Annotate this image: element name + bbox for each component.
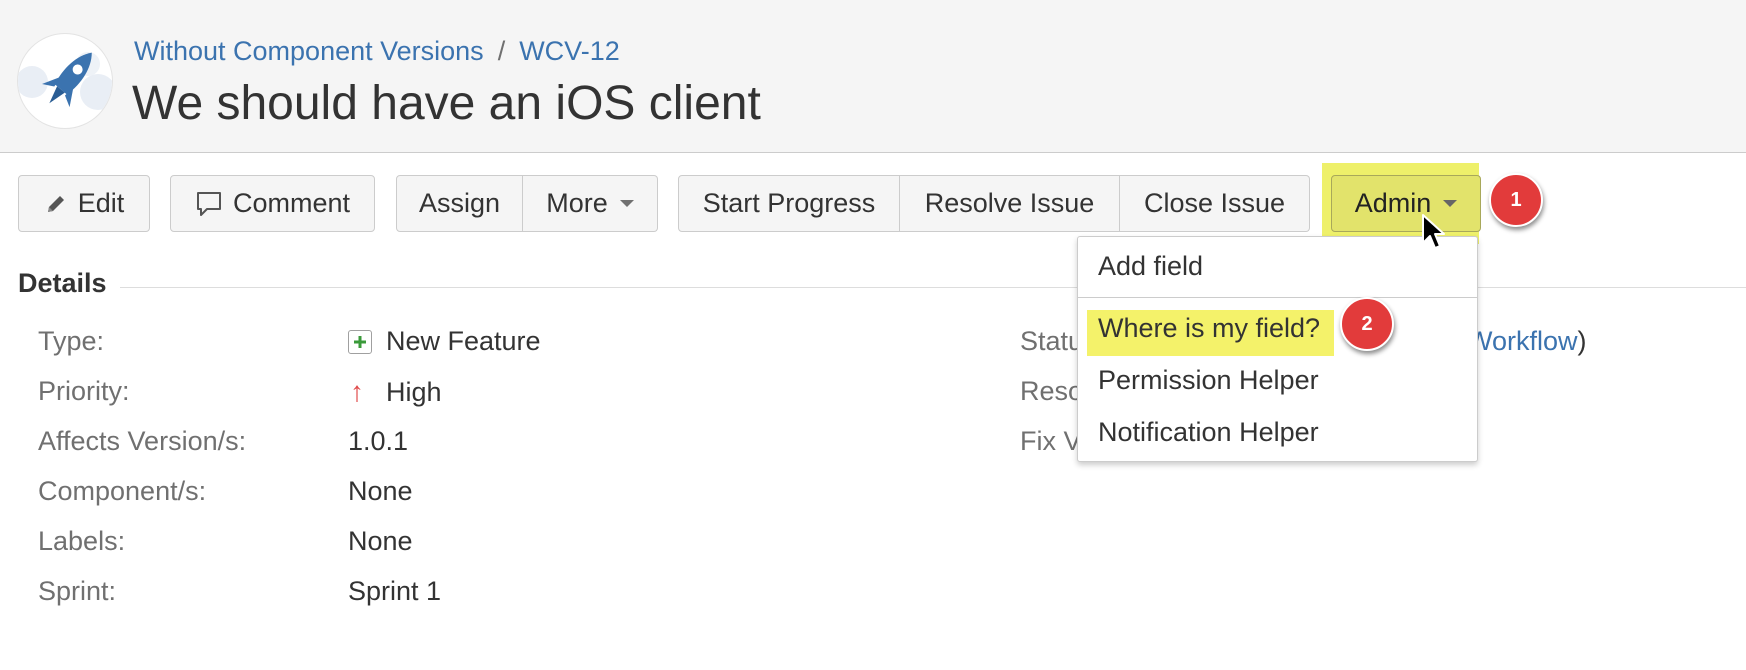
pencil-icon	[47, 195, 64, 212]
edit-label: Edit	[77, 188, 125, 218]
breadcrumb-project-link[interactable]: Without Component Versions	[134, 36, 484, 66]
menu-item-notification-helper[interactable]: Notification Helper	[1098, 417, 1319, 448]
menu-item-add-field[interactable]: Add field	[1098, 251, 1203, 282]
labels-value: None	[348, 526, 413, 556]
admin-button[interactable]: Admin	[1331, 175, 1481, 232]
assign-label: Assign	[418, 188, 501, 218]
admin-dropdown-menu: Add field Where is my field? Permission …	[1077, 236, 1478, 462]
resolution-label: Reso	[1020, 376, 1084, 406]
breadcrumb: Without Component Versions / WCV-12	[134, 36, 620, 67]
details-heading: Details	[18, 268, 107, 298]
menu-divider	[1078, 297, 1477, 298]
admin-label: Admin	[1354, 188, 1432, 218]
comment-button[interactable]: Comment	[170, 175, 375, 232]
affects-version-label: Affects Version/s:	[38, 426, 247, 456]
status-label: Statu	[1020, 326, 1084, 356]
sprint-value[interactable]: Sprint 1	[348, 576, 441, 607]
resolve-issue-label: Resolve Issue	[924, 188, 1095, 218]
menu-item-where-is-my-field[interactable]: Where is my field?	[1098, 313, 1320, 344]
menu-item-permission-helper[interactable]: Permission Helper	[1098, 365, 1319, 396]
start-progress-button[interactable]: Start Progress	[678, 175, 900, 232]
breadcrumb-separator: /	[497, 36, 506, 66]
close-issue-button[interactable]: Close Issue	[1120, 175, 1310, 232]
new-feature-icon	[348, 329, 372, 354]
more-button[interactable]: More	[523, 175, 658, 232]
project-avatar[interactable]	[18, 34, 112, 128]
components-value: None	[348, 476, 413, 506]
priority-label: Priority:	[38, 376, 130, 406]
priority-high-icon: ↑	[350, 376, 364, 407]
assign-button[interactable]: Assign	[396, 175, 523, 232]
more-label: More	[546, 188, 608, 218]
comment-label: Comment	[232, 188, 351, 218]
step-badge-2: 2	[1340, 297, 1394, 351]
issue-header: Without Component Versions / WCV-12 We sho…	[0, 0, 1746, 153]
labels-label: Labels:	[38, 526, 126, 556]
type-value: New Feature	[348, 326, 541, 357]
close-issue-label: Close Issue	[1143, 188, 1286, 218]
components-label: Component/s:	[38, 476, 207, 506]
type-label: Type:	[38, 326, 105, 356]
chevron-down-icon	[1443, 200, 1458, 207]
details-divider	[120, 287, 1746, 288]
comment-icon	[196, 191, 221, 216]
rocket-icon	[18, 52, 112, 110]
step-badge-1: 1	[1489, 173, 1543, 227]
sprint-label: Sprint:	[38, 576, 117, 606]
issue-title: We should have an iOS client	[132, 77, 761, 130]
start-progress-label: Start Progress	[702, 188, 876, 218]
priority-value: ↑ High	[348, 376, 442, 408]
mouse-cursor-icon	[1422, 214, 1445, 249]
priority-value-text: High	[386, 376, 442, 407]
fix-version-label: Fix V	[1020, 426, 1082, 456]
workflow-close-paren: )	[1577, 326, 1587, 356]
type-value-text: New Feature	[386, 326, 541, 356]
chevron-down-icon	[619, 200, 634, 207]
breadcrumb-issue-key-link[interactable]: WCV-12	[519, 36, 620, 66]
resolve-issue-button[interactable]: Resolve Issue	[900, 175, 1120, 232]
edit-button[interactable]: Edit	[18, 175, 150, 232]
affects-version-value[interactable]: 1.0.1	[348, 426, 408, 457]
